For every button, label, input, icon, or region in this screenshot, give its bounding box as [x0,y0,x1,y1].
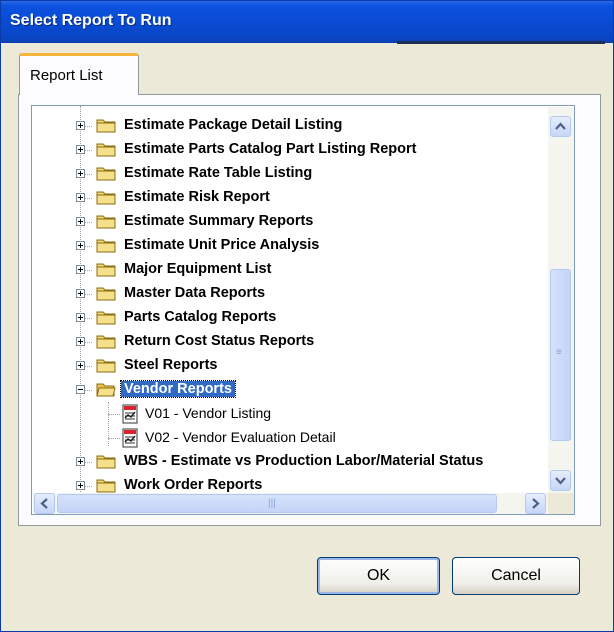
expand-icon[interactable] [76,169,85,178]
tree-node[interactable]: Estimate Summary Reports [32,210,542,234]
tab-label: Report List [30,67,103,84]
horizontal-scroll-thumb[interactable]: ||| [57,494,497,513]
tree-node[interactable]: Parts Catalog Reports [32,306,542,330]
collapse-icon[interactable] [76,385,85,394]
expand-icon[interactable] [76,481,85,490]
chevron-left-icon [40,498,48,509]
thumb-grip-icon: ≡ [556,347,562,358]
tree-node-label: Estimate Summary Reports [124,213,314,229]
expand-icon[interactable] [76,337,85,346]
tree-node-label: Major Equipment List [124,261,272,277]
expand-icon[interactable] [76,457,85,466]
ok-button[interactable]: OK [317,557,440,595]
report-item[interactable]: V02 - Vendor Evaluation Detail [32,426,542,450]
expand-icon[interactable] [76,145,85,154]
folder-icon [96,262,116,277]
tree-connector [108,414,120,415]
tree-node[interactable]: Vendor Reports [32,378,542,402]
folder-icon [96,478,116,493]
tree-node-label: Work Order Reports [124,477,263,493]
folder-icon [96,454,116,469]
scrollbar-corner [548,493,574,514]
tree-node-label: Parts Catalog Reports [124,309,277,325]
thumb-grip-icon: ||| [268,498,276,509]
expand-icon[interactable] [76,121,85,130]
cancel-button[interactable]: Cancel [452,557,580,595]
expand-icon[interactable] [76,313,85,322]
chevron-right-icon [532,498,540,509]
report-item-label: V02 - Vendor Evaluation Detail [145,429,336,445]
tree-node[interactable]: Estimate Risk Report [32,186,542,210]
report-item-label: V01 - Vendor Listing [145,405,272,421]
tree-node-label: Steel Reports [124,357,218,373]
tab-report-list[interactable]: Report List [19,53,139,95]
expand-icon[interactable] [76,241,85,250]
scroll-down-button[interactable] [550,470,571,491]
tree-node-label: Estimate Package Detail Listing [124,117,343,133]
title-bar[interactable]: Select Report To Run [1,1,613,43]
report-icon [120,428,140,448]
tree-node[interactable]: Estimate Package Detail Listing [32,114,542,138]
tree-node-label: Vendor Reports [120,380,236,398]
tree-node[interactable]: Estimate Rate Table Listing [32,162,542,186]
scroll-right-button[interactable] [525,493,546,514]
expand-icon[interactable] [76,361,85,370]
folder-icon [96,190,116,205]
tree-node-label: WBS - Estimate vs Production Labor/Mater… [124,453,484,469]
tree-node-label: Estimate Unit Price Analysis [124,237,320,253]
expand-icon[interactable] [76,289,85,298]
expand-icon[interactable] [76,265,85,274]
tree-node-label: Estimate Rate Table Listing [124,165,313,181]
tree-node[interactable]: Estimate Unit Price Analysis [32,234,542,258]
tree-node-label: Master Data Reports [124,285,266,301]
open-folder-icon [96,382,116,397]
folder-icon [96,118,116,133]
tree-node-label: Estimate Parts Catalog Part Listing Repo… [124,141,417,157]
window-title: Select Report To Run [10,12,172,29]
folder-icon [96,334,116,349]
folder-icon [96,358,116,373]
tree-connector [108,438,120,439]
report-tree[interactable]: Estimate Package Detail Listing Estimate … [31,105,575,515]
dialog-window: Select Report To Run Report List Estimat… [0,0,614,632]
chevron-up-icon [555,122,566,130]
folder-icon [96,166,116,181]
horizontal-scrollbar[interactable]: ||| [33,493,548,514]
tree-node-label: Estimate Risk Report [124,189,270,205]
report-icon [120,404,140,424]
expand-icon[interactable] [76,217,85,226]
folder-icon [96,238,116,253]
folder-icon [96,286,116,301]
tree-rows: Estimate Package Detail Listing Estimate … [32,114,542,498]
vertical-scroll-thumb[interactable]: ≡ [550,269,571,441]
tree-node[interactable]: WBS - Estimate vs Production Labor/Mater… [32,450,542,474]
folder-icon [96,214,116,229]
folder-icon [96,142,116,157]
expand-icon[interactable] [76,193,85,202]
tree-node-label: Return Cost Status Reports [124,333,315,349]
title-bar-edge [397,41,605,44]
tree-node[interactable]: Steel Reports [32,354,542,378]
tree-node[interactable]: Return Cost Status Reports [32,330,542,354]
report-item[interactable]: V01 - Vendor Listing [32,402,542,426]
folder-icon [96,310,116,325]
scroll-up-button[interactable] [550,116,571,137]
tree-node[interactable]: Estimate Parts Catalog Part Listing Repo… [32,138,542,162]
tree-node[interactable]: Master Data Reports [32,282,542,306]
scroll-left-button[interactable] [34,493,55,514]
vertical-scrollbar[interactable]: ≡ [548,107,574,493]
chevron-down-icon [555,477,566,485]
tree-node[interactable]: Major Equipment List [32,258,542,282]
